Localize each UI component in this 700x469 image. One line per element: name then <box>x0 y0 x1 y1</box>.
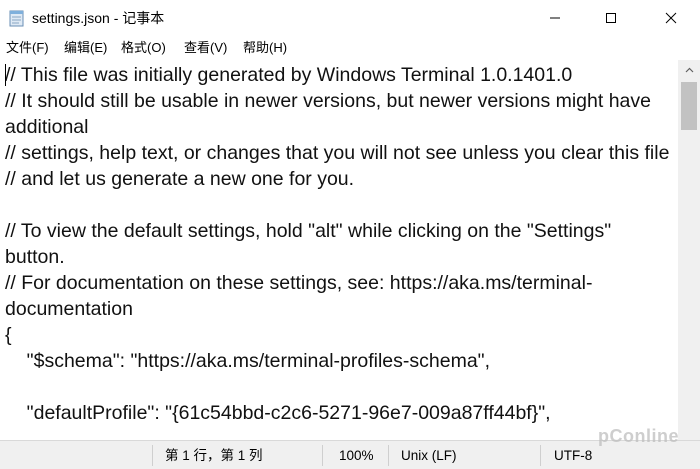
menu-edit[interactable]: 编辑(E) <box>64 39 107 57</box>
line-ending: Unix (LF) <box>401 448 457 463</box>
text-editor[interactable]: // This file was initially generated by … <box>0 60 678 440</box>
menu-view[interactable]: 查看(V) <box>184 39 227 57</box>
chevron-up-icon <box>685 67 693 73</box>
watermark-logo: pConline <box>598 426 679 446</box>
menu-bar: 文件(F) 编辑(E) 格式(O) 查看(V) 帮助(H) <box>0 36 700 60</box>
editor-content[interactable]: // This file was initially generated by … <box>5 62 673 426</box>
window-title: settings.json - 记事本 <box>32 10 165 26</box>
scroll-up-button[interactable] <box>678 60 700 80</box>
status-separator <box>540 445 541 466</box>
maximize-button[interactable] <box>582 0 640 36</box>
status-separator <box>152 445 153 466</box>
notepad-icon <box>9 9 25 27</box>
menu-format[interactable]: 格式(O) <box>121 39 166 57</box>
menu-file[interactable]: 文件(F) <box>6 39 49 57</box>
close-button[interactable] <box>642 0 700 36</box>
cursor-position: 第 1 行，第 1 列 <box>165 448 263 463</box>
text-caret <box>5 64 6 86</box>
scroll-thumb[interactable] <box>681 82 697 130</box>
status-bar: 第 1 行，第 1 列 100% Unix (LF) UTF-8 <box>0 440 700 469</box>
menu-help[interactable]: 帮助(H) <box>243 39 287 57</box>
zoom-level: 100% <box>339 448 374 463</box>
close-icon <box>665 12 677 24</box>
encoding: UTF-8 <box>554 448 593 463</box>
status-separator <box>322 445 323 466</box>
status-separator <box>388 445 389 466</box>
title-bar[interactable]: settings.json - 记事本 <box>0 0 700 36</box>
vertical-scrollbar[interactable] <box>678 60 700 440</box>
maximize-icon <box>606 13 616 23</box>
minimize-icon <box>550 17 560 19</box>
minimize-button[interactable] <box>526 0 584 36</box>
